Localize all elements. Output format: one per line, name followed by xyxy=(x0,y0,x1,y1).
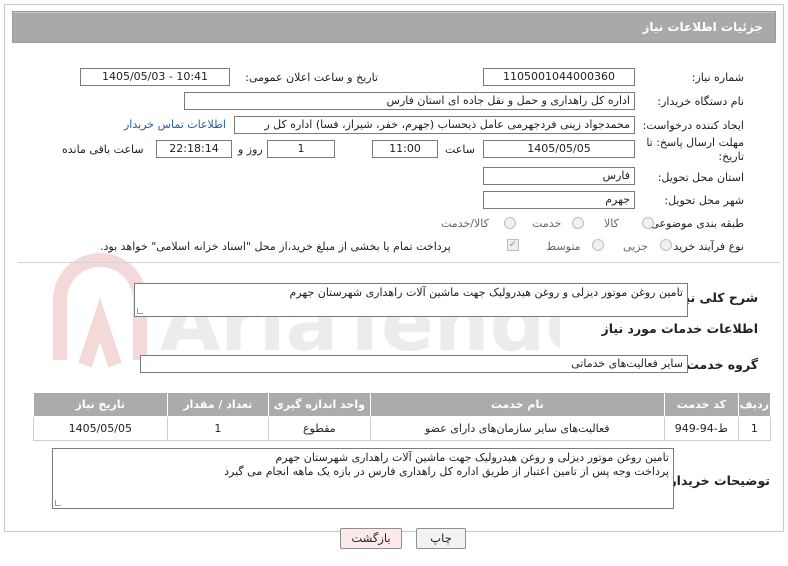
buyer-notes-line1: تامین روغن موتور دیزلی و روغن هیدرولیک ج… xyxy=(275,451,670,464)
back-button[interactable]: بازگشت xyxy=(340,528,402,549)
deadline-date-field: 1405/05/05 xyxy=(483,140,635,158)
buyer-org-field: اداره کل راهداری و حمل و نقل جاده ای است… xyxy=(184,92,635,110)
province-label: استان محل تحویل: xyxy=(657,171,744,184)
need-number-label: شماره نیاز: xyxy=(691,71,744,84)
cell-quantity: 1 xyxy=(166,416,270,441)
announce-label: تاریخ و ساعت اعلان عمومی: xyxy=(245,71,378,84)
creator-label: ایجاد کننده درخواست: xyxy=(642,119,744,132)
print-button[interactable]: چاپ xyxy=(416,528,466,549)
service-group-label: گروه خدمت: xyxy=(681,357,758,372)
col-quantity: تعداد / مقدار xyxy=(166,392,270,417)
cell-unit: مقطوع xyxy=(268,416,371,441)
need-number-field: 1105001044000360 xyxy=(483,68,635,86)
deadline-hour-label: ساعت xyxy=(445,143,475,156)
buyer-org-label: نام دستگاه خریدار: xyxy=(657,95,744,108)
service-group-field: سایر فعالیت‌های خدماتی xyxy=(140,355,688,373)
col-row: ردیف xyxy=(737,392,772,417)
col-unit: واحد اندازه گیری xyxy=(268,392,371,417)
remaining-label: ساعت باقی مانده xyxy=(62,143,144,156)
summary-text: تامین روغن موتور دیزلی و روغن هیدرولیک ج… xyxy=(289,286,684,299)
deadline-label: مهلت ارسال پاسخ: تا تاریخ: xyxy=(646,136,744,163)
buyer-notes-textarea[interactable]: تامین روغن موتور دیزلی و روغن هیدرولیک ج… xyxy=(52,448,674,509)
col-service-name: نام خدمت xyxy=(369,392,665,417)
days-label: روز و xyxy=(238,143,263,156)
summary-textarea[interactable]: تامین روغن موتور دیزلی و روغن هیدرولیک ج… xyxy=(134,283,688,317)
payment-checkbox[interactable]: ✓ xyxy=(507,239,519,251)
deadline-time-field: 11:00 xyxy=(372,140,438,158)
category-label: طبقه بندی موضوعی: xyxy=(646,217,744,230)
cell-row: 1 xyxy=(737,416,772,441)
col-service-code: کد خدمت xyxy=(663,392,739,417)
cell-service-code: ط-94-949 xyxy=(663,416,739,441)
table-header-row: ردیف کد خدمت نام خدمت واحد اندازه گیری ت… xyxy=(33,392,772,417)
resize-handle-icon[interactable] xyxy=(55,500,61,506)
payment-note: پرداخت تمام یا بخشی از مبلغ خرید،از محل … xyxy=(100,240,451,253)
resize-handle-icon[interactable] xyxy=(137,308,143,314)
city-label: شهر محل تحویل: xyxy=(664,194,744,207)
category-radio-goods[interactable] xyxy=(642,217,654,229)
services-section-title: اطلاعات خدمات مورد نیاز xyxy=(601,321,759,336)
creator-field: محمدجواد زینی فردجهرمی عامل ذیحساب (جهرم… xyxy=(234,116,635,134)
services-table: ردیف کد خدمت نام خدمت واحد اندازه گیری ت… xyxy=(33,392,772,441)
table-row: 1 ط-94-949 فعالیت‌های سایر سازمان‌های دا… xyxy=(33,416,772,441)
process-radio-medium[interactable] xyxy=(592,239,604,251)
province-field: فارس xyxy=(483,167,635,185)
category-option-goods: کالا xyxy=(604,217,619,230)
city-field: جهرم xyxy=(483,191,635,209)
page-title: جزئیات اطلاعات نیاز xyxy=(642,20,763,34)
category-option-goods-service: کالا/خدمت xyxy=(441,217,489,230)
panel-header: جزئیات اطلاعات نیاز xyxy=(12,11,776,43)
buyer-notes-label: توضیحات خریدار: xyxy=(664,473,770,488)
cell-need-date: 1405/05/05 xyxy=(33,416,168,441)
cell-service-name: فعالیت‌های سایر سازمان‌های دارای عضو xyxy=(369,416,665,441)
process-label: نوع فرآیند خرید : xyxy=(666,240,744,253)
category-radio-service[interactable] xyxy=(572,217,584,229)
process-option-medium: متوسط xyxy=(546,240,581,253)
buyer-contact-link[interactable]: اطلاعات تماس خریدار xyxy=(124,118,226,131)
process-radio-minor[interactable] xyxy=(660,239,672,251)
category-option-service: خدمت xyxy=(532,217,562,230)
process-option-minor: جزیی xyxy=(623,240,649,253)
days-field: 1 xyxy=(267,140,335,158)
col-need-date: تاریخ نیاز xyxy=(33,392,168,417)
buyer-notes-line2: پرداخت وجه پس از تامین اعتبار از طریق اد… xyxy=(224,465,669,478)
divider xyxy=(18,262,780,263)
category-radio-goods-service[interactable] xyxy=(504,217,516,229)
announce-field: 1405/05/03 - 10:41 xyxy=(80,68,230,86)
remaining-time-field: 22:18:14 xyxy=(156,140,232,158)
